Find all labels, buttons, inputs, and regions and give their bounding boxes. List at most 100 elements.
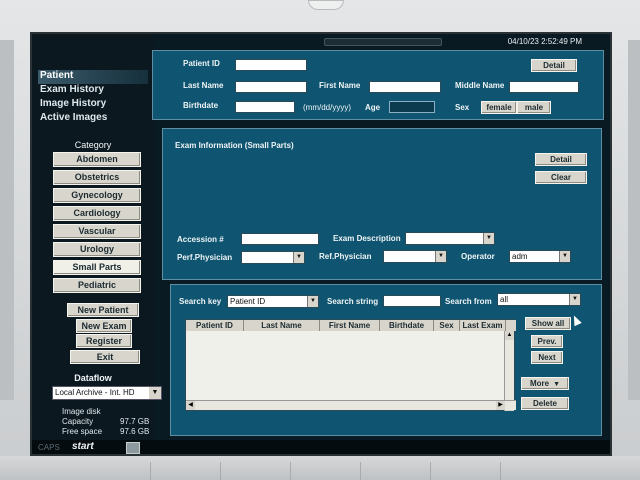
more-button[interactable]: More ▼: [521, 377, 569, 390]
accession-label: Accession #: [177, 235, 224, 244]
capacity-label: Capacity: [62, 417, 94, 426]
bezel-key[interactable]: [360, 462, 426, 480]
delete-button[interactable]: Delete: [521, 397, 569, 410]
search-key-select[interactable]: Patient ID ▼: [227, 295, 319, 308]
category-urology[interactable]: Urology: [53, 242, 141, 257]
show-all-button[interactable]: Show all: [525, 317, 571, 330]
ref-physician-select[interactable]: ▼: [383, 250, 447, 263]
chevron-down-icon[interactable]: ▼: [569, 294, 580, 305]
top-bar: 04/10/23 2:52:49 PM: [154, 34, 610, 50]
chevron-down-icon[interactable]: ▼: [149, 387, 161, 399]
capacity-value: 97.7 GB: [120, 417, 150, 426]
search-from-value: all: [500, 295, 509, 304]
vertical-scrollbar[interactable]: ▲ ▼: [504, 331, 514, 411]
bezel-key[interactable]: [290, 462, 356, 480]
category-title: Category: [74, 140, 112, 150]
free-space-label: Free space: [62, 427, 103, 436]
middle-name-label: Middle Name: [455, 81, 505, 90]
search-key-value: Patient ID: [230, 297, 266, 306]
search-results-table: Patient ID Last Name First Name Birthdat…: [185, 319, 516, 411]
perf-physician-select[interactable]: ▼: [241, 251, 305, 264]
operator-label: Operator: [461, 252, 495, 261]
nav-exam-history[interactable]: Exam History: [38, 84, 104, 98]
chevron-down-icon[interactable]: ▼: [293, 252, 304, 263]
register-button[interactable]: Register: [76, 334, 132, 348]
column-last-name[interactable]: Last Name: [244, 320, 320, 331]
exam-panel: Exam Information (Small Parts) Detail Cl…: [162, 128, 602, 280]
table-header: Patient ID Last Name First Name Birthdat…: [186, 320, 516, 331]
scroll-left-icon[interactable]: ◀: [186, 401, 195, 410]
nav-active-images[interactable]: Active Images: [38, 112, 107, 126]
column-last-exam[interactable]: Last Exam: [460, 320, 506, 331]
middle-name-input[interactable]: [509, 81, 579, 93]
exam-detail-button[interactable]: Detail: [535, 153, 587, 166]
caps-indicator: CAPS: [38, 443, 60, 452]
panel-handle[interactable]: [324, 38, 442, 46]
bezel-key[interactable]: [430, 462, 496, 480]
exam-description-select[interactable]: ▼: [405, 232, 495, 245]
category-small-parts[interactable]: Small Parts: [53, 260, 141, 275]
bezel-left-edge: [0, 40, 14, 400]
free-space-value: 97.6 GB: [120, 427, 150, 436]
network-icon[interactable]: [126, 442, 140, 454]
sex-label: Sex: [455, 103, 470, 112]
age-label: Age: [365, 103, 381, 112]
search-from-label: Search from: [445, 297, 492, 306]
age-field: [389, 101, 435, 113]
nav-patient[interactable]: Patient: [38, 70, 148, 84]
first-name-input[interactable]: [369, 81, 441, 93]
patient-detail-button[interactable]: Detail: [531, 59, 577, 72]
search-from-select[interactable]: all ▼: [497, 293, 581, 306]
bezel-bottom: [0, 456, 640, 480]
search-string-label: Search string: [327, 297, 379, 306]
start-button[interactable]: start: [72, 441, 94, 452]
column-sex[interactable]: Sex: [434, 320, 460, 331]
dataflow-title: Dataflow: [74, 373, 112, 383]
last-name-label: Last Name: [183, 81, 224, 90]
dataflow-select[interactable]: Local Archive - Int. HD ▼: [52, 386, 162, 400]
patient-id-input[interactable]: [235, 59, 307, 71]
category-vascular[interactable]: Vascular: [53, 224, 141, 239]
category-obstetrics[interactable]: Obstetrics: [53, 170, 141, 185]
new-patient-button[interactable]: New Patient: [67, 303, 139, 317]
bezel-knob: [308, 0, 344, 10]
bezel-key[interactable]: [500, 462, 566, 480]
next-button[interactable]: Next: [531, 351, 563, 364]
last-name-input[interactable]: [235, 81, 307, 93]
scroll-up-icon[interactable]: ▲: [505, 331, 514, 340]
birthdate-input[interactable]: [235, 101, 295, 113]
bezel-right-edge: [628, 40, 640, 400]
accession-input[interactable]: [241, 233, 319, 245]
birthdate-label: Birthdate: [183, 101, 219, 110]
sex-female-button[interactable]: female: [481, 101, 517, 114]
bezel-key[interactable]: [220, 462, 286, 480]
exam-clear-button[interactable]: Clear: [535, 171, 587, 184]
prev-button[interactable]: Prev.: [531, 335, 563, 348]
horizontal-scrollbar[interactable]: ◀ ▶: [186, 400, 516, 410]
date-format-hint: (mm/dd/yyyy): [303, 103, 351, 112]
chevron-down-icon: ▼: [553, 381, 561, 388]
bezel-key[interactable]: [150, 462, 216, 480]
scroll-right-icon[interactable]: ▶: [496, 401, 505, 410]
column-birthdate[interactable]: Birthdate: [380, 320, 434, 331]
category-cardiology[interactable]: Cardiology: [53, 206, 141, 221]
new-exam-button[interactable]: New Exam: [76, 319, 132, 333]
chevron-down-icon[interactable]: ▼: [559, 251, 570, 262]
nav-image-history[interactable]: Image History: [38, 98, 106, 112]
category-abdomen[interactable]: Abdomen: [53, 152, 141, 167]
taskbar: CAPS start: [32, 440, 610, 454]
chevron-down-icon[interactable]: ▼: [435, 251, 446, 262]
chevron-down-icon[interactable]: ▼: [483, 233, 494, 244]
operator-select[interactable]: adm ▼: [509, 250, 571, 263]
sex-male-button[interactable]: male: [517, 101, 551, 114]
more-button-label: More: [529, 379, 550, 388]
category-pediatric[interactable]: Pediatric: [53, 278, 141, 293]
exit-button[interactable]: Exit: [70, 350, 140, 364]
ref-physician-label: Ref.Physician: [319, 252, 372, 261]
column-first-name[interactable]: First Name: [320, 320, 380, 331]
chevron-down-icon[interactable]: ▼: [307, 296, 318, 307]
column-patient-id[interactable]: Patient ID: [186, 320, 244, 331]
search-panel: Search key Patient ID ▼ Search string Se…: [170, 284, 602, 436]
category-gynecology[interactable]: Gynecology: [53, 188, 141, 203]
search-string-input[interactable]: [383, 295, 441, 307]
